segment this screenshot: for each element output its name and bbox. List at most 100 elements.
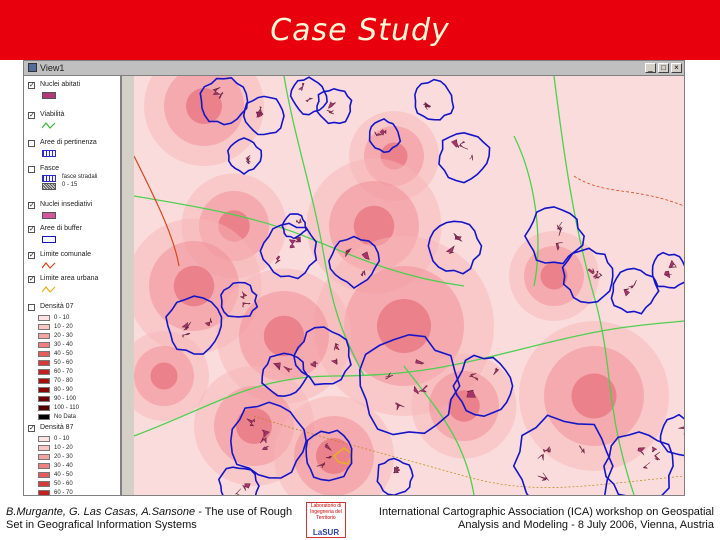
buffer-symbol xyxy=(42,236,56,243)
density-swatch xyxy=(38,471,50,478)
settlement-patch xyxy=(327,101,337,109)
layer-checkbox[interactable] xyxy=(28,166,35,173)
layer-checkbox[interactable]: ✓ xyxy=(28,202,35,209)
density-class: 10 - 20 xyxy=(38,323,73,330)
density-swatch xyxy=(38,332,50,339)
density-class: 60 - 70 xyxy=(38,489,73,495)
fasce-symbol xyxy=(42,175,56,182)
layer-label: Nuclei abitati xyxy=(40,81,81,88)
density-swatch xyxy=(38,395,50,402)
layer-checkbox[interactable]: ✓ xyxy=(28,82,35,89)
density-label: 90 - 100 xyxy=(54,395,77,402)
maximize-button[interactable]: □ xyxy=(658,63,669,73)
municipal-boundary xyxy=(573,175,684,207)
settlement-patch xyxy=(668,259,677,269)
density-label: 0 - 10 xyxy=(54,314,70,321)
layer-checkbox[interactable]: ✓ xyxy=(28,226,35,233)
density-label: 70 - 80 xyxy=(54,377,73,384)
settlement-patch xyxy=(628,279,637,289)
window-title-bar[interactable]: View1 _ □ × xyxy=(24,61,684,76)
buffer-zone xyxy=(414,78,455,121)
density-class: 50 - 60 xyxy=(38,480,73,487)
density-swatch xyxy=(38,444,50,451)
density-core xyxy=(263,315,305,357)
settlement-patch xyxy=(458,141,468,150)
density-label: 30 - 40 xyxy=(54,341,73,348)
density-swatch xyxy=(38,386,50,393)
layer-checkbox[interactable]: ✓ xyxy=(28,112,35,119)
window-title: View1 xyxy=(40,63,65,73)
logo-caption: Laboratorio di Ingegneria del Territorio xyxy=(310,503,342,521)
settlement-patch xyxy=(297,83,305,92)
density-label: 80 - 90 xyxy=(54,386,73,393)
density-class: 70 - 80 xyxy=(38,377,73,384)
layer-label: Densità 07 xyxy=(40,303,74,310)
density-class: 20 - 30 xyxy=(38,332,73,339)
road-line-symbol xyxy=(42,122,56,129)
settlement-patch xyxy=(651,446,658,453)
settlement-patch xyxy=(305,97,313,103)
density-class: 0 - 10 xyxy=(38,435,69,442)
density-swatch xyxy=(38,453,50,460)
density-label: 40 - 50 xyxy=(54,350,73,357)
layer-label: Limite comunale xyxy=(40,251,91,258)
density-class: 30 - 40 xyxy=(38,462,73,469)
density-swatch xyxy=(38,350,50,357)
layer-label: Fasce xyxy=(40,165,60,172)
layer-label: Nuclei insediativi xyxy=(40,201,93,208)
density-class: 40 - 50 xyxy=(38,471,73,478)
fasce-item-label: 0 - 15 xyxy=(62,182,78,188)
layer-label: Limite area urbana xyxy=(40,275,99,282)
density-swatch xyxy=(38,435,50,442)
density-label: 10 - 20 xyxy=(54,323,73,330)
footer-authors: B.Murgante, G. Las Casas, A.Sansone xyxy=(6,506,196,518)
layer-checkbox[interactable] xyxy=(28,304,35,311)
slide-title: Case Study xyxy=(270,12,450,48)
density-class: 60 - 70 xyxy=(38,368,73,375)
buffer-zone xyxy=(289,76,328,116)
toc-scrollbar[interactable] xyxy=(122,76,134,495)
density-core xyxy=(377,299,431,353)
density-class: No Data xyxy=(38,413,76,420)
minimize-button[interactable]: _ xyxy=(645,63,656,73)
close-button[interactable]: × xyxy=(671,63,682,73)
slide-title-bar: Case Study xyxy=(0,0,720,60)
settlement-patch xyxy=(678,426,684,435)
density-swatch xyxy=(38,377,50,384)
settlement-patch xyxy=(642,462,650,469)
settlement-patch xyxy=(234,488,241,495)
layer-checkbox[interactable]: ✓ xyxy=(28,276,35,283)
layer-checkbox[interactable] xyxy=(28,140,35,147)
density-swatch xyxy=(38,368,50,375)
layer-label: Viabilità xyxy=(40,111,65,118)
settlement-patch xyxy=(537,453,544,461)
density-swatch xyxy=(38,404,50,411)
map-canvas[interactable] xyxy=(134,76,684,495)
density-class: 30 - 40 xyxy=(38,341,73,348)
table-of-contents: ✓ Nuclei abitati ✓ Viabilità Aree di per… xyxy=(24,76,122,495)
gis-view-window: View1 _ □ × ✓ Nuclei abitati ✓ Viabilità… xyxy=(23,60,685,496)
density-class: 20 - 30 xyxy=(38,453,73,460)
urban-line-symbol xyxy=(42,286,56,293)
density-label: 20 - 30 xyxy=(54,453,73,460)
density-class: 40 - 50 xyxy=(38,350,73,357)
layer-checkbox[interactable]: ✓ xyxy=(28,252,35,259)
density-class: 0 - 10 xyxy=(38,314,69,321)
layer-label: Aree di pertinenza xyxy=(40,139,97,146)
buffer-zone xyxy=(316,87,353,125)
footer-citation: B.Murgante, G. Las Casas, A.Sansone - Th… xyxy=(6,506,306,532)
layer-checkbox[interactable]: ✓ xyxy=(28,425,35,432)
settlement-symbol xyxy=(42,212,56,219)
density-class: 50 - 60 xyxy=(38,359,73,366)
density-label: No Data xyxy=(54,413,77,420)
footer-event: International Cartographic Association (… xyxy=(378,506,714,531)
buffer-zone xyxy=(610,267,660,315)
settlement-patch xyxy=(326,110,335,115)
density-label: 0 - 10 xyxy=(54,435,70,442)
density-class: 80 - 90 xyxy=(38,386,73,393)
lasur-logo: Laboratorio di Ingegneria del Territorio… xyxy=(306,502,346,538)
buffer-zone xyxy=(438,131,491,184)
density-swatch xyxy=(38,359,50,366)
density-swatch xyxy=(38,489,50,495)
density-label: 50 - 60 xyxy=(54,480,73,487)
